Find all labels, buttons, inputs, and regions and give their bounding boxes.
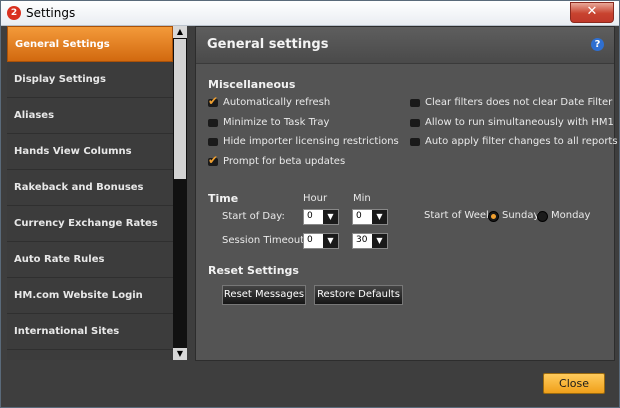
session-timeout-min-select[interactable]: 30 ▼ xyxy=(352,233,388,249)
close-button[interactable]: Close xyxy=(543,373,605,394)
checkbox-box[interactable] xyxy=(208,119,218,127)
sidebar-item-rakeback-and-bonuses[interactable]: Rakeback and Bonuses xyxy=(7,170,173,206)
session-timeout-hour-select[interactable]: 0 ▼ xyxy=(303,233,339,249)
start-of-day-hour-select[interactable]: 0 ▼ xyxy=(303,209,339,225)
sidebar-item-auto-rate-rules[interactable]: Auto Rate Rules xyxy=(7,242,173,278)
chevron-down-icon: ▼ xyxy=(372,234,387,248)
checkbox-box[interactable] xyxy=(208,138,218,146)
app-logo-icon: 2 xyxy=(7,6,21,20)
chevron-down-icon: ▼ xyxy=(323,210,338,224)
sidebar-item-international-sites[interactable]: International Sites xyxy=(7,314,173,350)
reset-messages-button[interactable]: Reset Messages xyxy=(222,285,306,305)
sunday-radio[interactable] xyxy=(488,211,499,222)
start-of-week-label: Start of Week: xyxy=(424,210,496,221)
sidebar-item-currency-exchange-rates[interactable]: Currency Exchange Rates xyxy=(7,206,173,242)
time-heading: Time xyxy=(208,192,239,205)
checkbox-box[interactable] xyxy=(410,119,420,127)
sidebar-item-aliases[interactable]: Aliases xyxy=(7,98,173,134)
checkmark-icon: ✔ xyxy=(208,94,219,108)
sunday-label: Sunday xyxy=(502,210,540,221)
checkmark-icon: ✔ xyxy=(208,153,219,167)
scroll-down-arrow-icon[interactable]: ▼ xyxy=(173,348,187,360)
reset-settings-heading: Reset Settings xyxy=(208,264,299,277)
sidebar-item-hm-website-login[interactable]: HM.com Website Login xyxy=(7,278,173,314)
min-column-label: Min xyxy=(353,193,371,204)
checkbox-box[interactable] xyxy=(410,138,420,146)
start-of-day-label: Start of Day: xyxy=(222,211,285,222)
session-timeout-label: Session Timeout: xyxy=(222,235,308,246)
settings-sidebar: General Settings Display Settings Aliase… xyxy=(7,26,173,360)
window-title: Settings xyxy=(26,6,76,20)
sidebar-item-display-settings[interactable]: Display Settings xyxy=(7,62,173,98)
checkbox-box[interactable] xyxy=(410,99,420,107)
help-icon[interactable]: ? xyxy=(591,38,604,51)
window-close-icon[interactable]: ✕ xyxy=(570,2,614,23)
page-title: General settings xyxy=(207,37,329,52)
miscellaneous-heading: Miscellaneous xyxy=(208,78,296,91)
panel-header: General settings ? xyxy=(196,27,614,64)
start-of-day-min-select[interactable]: 0 ▼ xyxy=(352,209,388,225)
scroll-up-arrow-icon[interactable]: ▲ xyxy=(173,26,187,38)
monday-radio[interactable] xyxy=(537,211,548,222)
restore-defaults-button[interactable]: Restore Defaults xyxy=(314,285,403,305)
chevron-down-icon: ▼ xyxy=(372,210,387,224)
hour-column-label: Hour xyxy=(303,193,328,204)
monday-label: Monday xyxy=(551,210,591,221)
chevron-down-icon: ▼ xyxy=(323,234,338,248)
settings-window: 2 Settings ✕ General Settings Display Se… xyxy=(0,0,620,408)
sidebar-scrollbar[interactable]: ▲ ▼ xyxy=(173,26,187,360)
title-bar: 2 Settings ✕ xyxy=(1,1,619,26)
sidebar-item-general-settings[interactable]: General Settings xyxy=(7,26,173,62)
sidebar-item-hands-view-columns[interactable]: Hands View Columns xyxy=(7,134,173,170)
scrollbar-thumb[interactable] xyxy=(174,39,186,179)
general-settings-panel: General settings ? Miscellaneous ✔ Autom… xyxy=(195,26,618,361)
